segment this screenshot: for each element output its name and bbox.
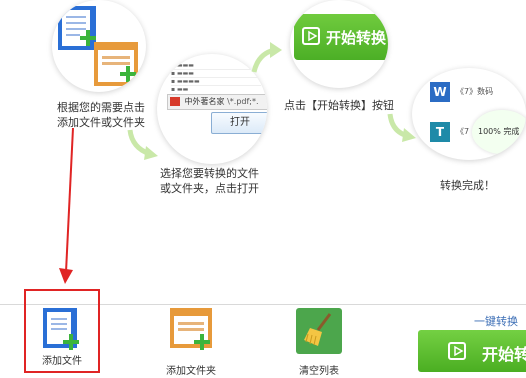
filename-row: 中外著名家 \*.pdf;*. [167,94,267,110]
text-file-icon: T [430,122,450,142]
broom-icon [296,308,342,354]
progress-suffix: 完成 [503,127,520,136]
file-item-1: 《7》数码 [456,87,494,96]
start-convert-button[interactable]: 开始转 [418,330,526,372]
add-folder-icon [168,308,214,352]
add-folder-label: 添加文件夹 [166,366,216,377]
arrow-step3-to-step4 [387,113,416,142]
step2-caption-line2: 或文件夹，点击打开 [160,182,259,195]
play-icon [448,342,466,360]
open-button-label: 打开 [230,117,250,128]
plus-icon [120,66,136,82]
start-convert-preview-button: 开始转换 [294,14,388,60]
filter-text: \*.pdf;*. [227,97,259,106]
step2-caption: 选择您要转换的文件 或文件夹，点击打开 [160,166,280,196]
step3-illustration: 开始转换 [290,0,388,88]
add-file-icon [41,308,83,350]
step2-caption-line1: 选择您要转换的文件 [160,167,259,180]
arrow-step2-to-step3 [251,42,282,73]
progress-value: 100% [478,127,501,136]
step1-caption-line1: 根据您的需要点击 [57,101,145,114]
step1-illustration [52,0,146,92]
play-icon [302,27,320,45]
step4-illustration: W 《7》数码 T 《7 100% 完成 [412,68,526,160]
arrow-step1-to-step2 [127,129,158,160]
word-file-icon: W [430,82,450,102]
step4-caption: 转换完成！ [440,179,495,192]
clear-list-button[interactable]: 清空列表 [286,308,352,377]
red-pointer-arrow [59,127,74,284]
add-folder-button[interactable]: 添加文件夹 [156,308,226,377]
pdf-icon [170,97,180,106]
open-button[interactable]: 打开 [211,112,267,134]
one-click-convert-label: 一键转换 [474,315,518,328]
file-item-2: 《7 [456,127,470,136]
add-file-button[interactable]: 添加文件 [24,289,100,373]
progress-bubble: 100% 完成 [472,110,526,154]
filename-text: 中外著名家 [184,97,225,106]
start-convert-label: 开始转 [482,345,526,364]
clear-list-label: 清空列表 [299,366,339,377]
step3-caption: 点击【开始转换】按钮 [284,99,394,112]
add-file-label: 添加文件 [42,356,82,367]
start-convert-preview-label: 开始转换 [326,29,387,47]
